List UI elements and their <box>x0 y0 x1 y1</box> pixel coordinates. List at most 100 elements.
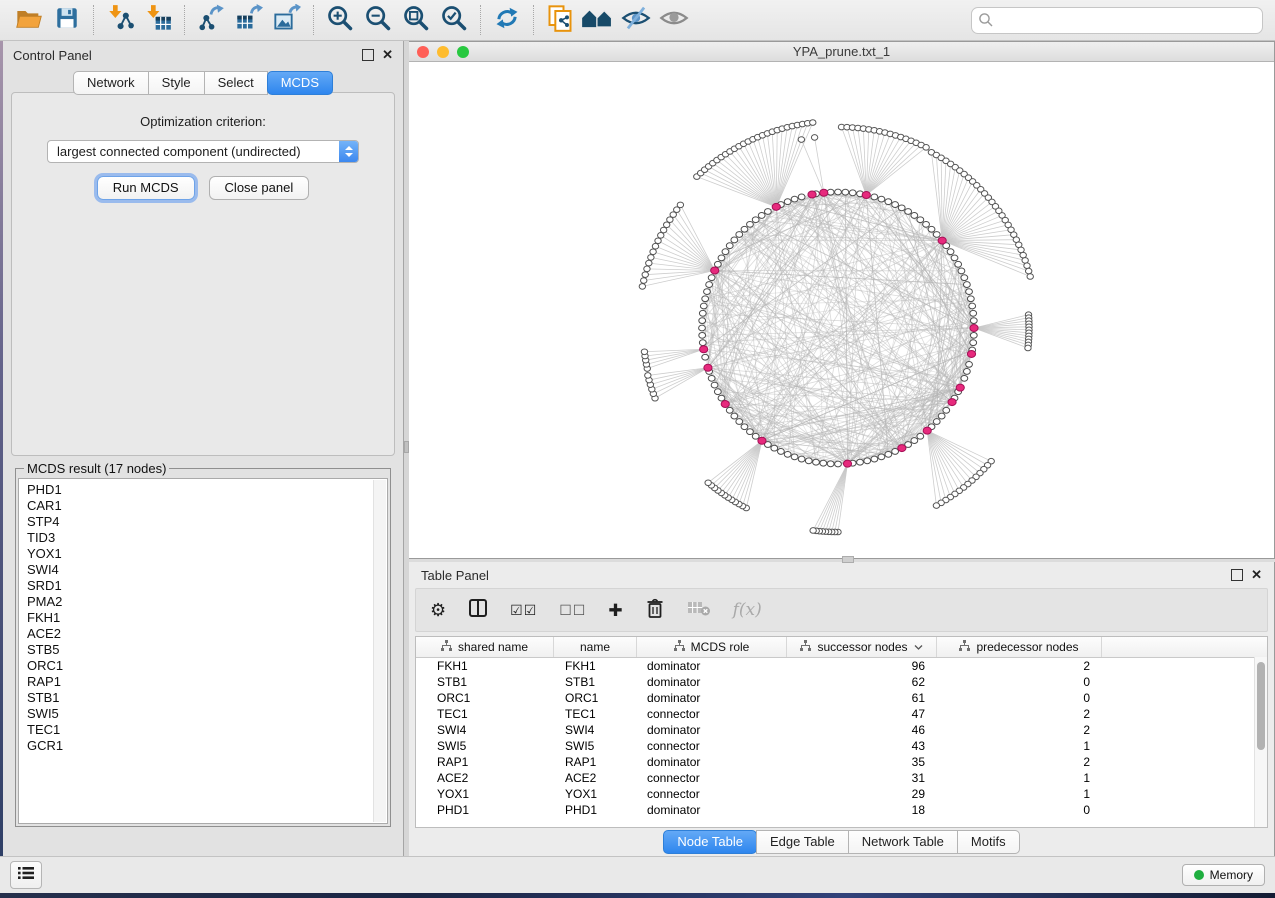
network-node[interactable] <box>967 296 974 302</box>
leaf-node[interactable] <box>810 120 816 126</box>
network-node[interactable] <box>714 389 721 395</box>
network-node[interactable] <box>699 332 706 338</box>
tab-motifs[interactable]: Motifs <box>957 830 1020 854</box>
network-node[interactable] <box>726 243 733 249</box>
apply-layout-button[interactable] <box>490 4 524 36</box>
network-node[interactable] <box>722 249 729 255</box>
network-node[interactable] <box>758 213 765 219</box>
network-node[interactable] <box>771 445 778 451</box>
table-row[interactable]: ORC1ORC1dominator610 <box>416 690 1267 706</box>
leaf-node[interactable] <box>933 503 939 509</box>
scrollbar-thumb[interactable] <box>1257 662 1265 750</box>
mcds-result-item[interactable]: PMA2 <box>27 594 373 610</box>
network-node[interactable] <box>857 459 864 465</box>
network-node[interactable] <box>970 332 977 338</box>
column-header-shared-name[interactable]: shared name <box>416 637 554 657</box>
leaf-node[interactable] <box>1022 258 1028 264</box>
network-node[interactable] <box>805 458 812 464</box>
network-node[interactable] <box>970 318 977 324</box>
network-node[interactable] <box>752 433 759 439</box>
leaf-node[interactable] <box>655 238 661 244</box>
tab-network[interactable]: Network <box>73 71 149 95</box>
network-node[interactable] <box>718 255 725 261</box>
network-node[interactable] <box>849 190 856 196</box>
leaf-node[interactable] <box>1025 345 1031 351</box>
export-table-button[interactable] <box>232 4 266 36</box>
network-node[interactable] <box>791 196 798 202</box>
run-mcds-button[interactable]: Run MCDS <box>97 176 195 200</box>
leaf-node[interactable] <box>1027 274 1033 280</box>
network-node[interactable] <box>923 221 930 227</box>
leaf-node[interactable] <box>645 373 651 379</box>
mcds-node[interactable] <box>772 203 780 210</box>
network-node[interactable] <box>798 456 805 462</box>
network-node[interactable] <box>700 303 707 309</box>
leaf-node[interactable] <box>705 480 711 486</box>
clear-selection-button[interactable]: ☐☐ <box>559 603 586 617</box>
network-node[interactable] <box>764 209 771 215</box>
network-node[interactable] <box>911 213 918 219</box>
minimize-window-icon[interactable] <box>437 46 449 58</box>
network-node[interactable] <box>917 433 924 439</box>
mcds-node[interactable] <box>711 267 719 274</box>
mcds-result-item[interactable]: TEC1 <box>27 722 373 738</box>
show-all-button[interactable] <box>657 4 691 36</box>
network-node[interactable] <box>736 419 743 425</box>
mcds-result-list[interactable]: PHD1CAR1STP4TID3YOX1SWI4SRD1PMA2FKH1ACE2… <box>18 478 388 824</box>
leaf-node[interactable] <box>652 243 658 249</box>
first-neighbors-button[interactable] <box>581 4 615 36</box>
zoom-in-button[interactable] <box>323 4 357 36</box>
mcds-node[interactable] <box>808 191 816 198</box>
network-node[interactable] <box>798 194 805 200</box>
table-row[interactable]: STB1STB1dominator620 <box>416 674 1267 690</box>
table-row[interactable]: SWI5SWI5connector431 <box>416 738 1267 754</box>
maximize-window-icon[interactable] <box>457 46 469 58</box>
table-row[interactable]: TEC1TEC1connector472 <box>416 706 1267 722</box>
clone-network-button[interactable] <box>543 4 577 36</box>
network-node[interactable] <box>969 303 976 309</box>
save-session-button[interactable] <box>50 4 84 36</box>
task-history-button[interactable] <box>10 861 42 889</box>
mcds-node[interactable] <box>923 427 931 434</box>
network-node[interactable] <box>699 325 706 331</box>
network-node[interactable] <box>702 296 709 302</box>
criterion-dropdown[interactable]: largest connected component (undirected) <box>47 140 359 163</box>
tab-node-table[interactable]: Node Table <box>663 830 757 854</box>
mcds-result-item[interactable]: RAP1 <box>27 674 373 690</box>
mcds-node[interactable] <box>700 346 708 353</box>
show-columns-button[interactable] <box>468 598 488 623</box>
network-node[interactable] <box>736 232 743 238</box>
import-table-button[interactable] <box>141 4 175 36</box>
mcds-result-item[interactable]: STB1 <box>27 690 373 706</box>
zoom-out-button[interactable] <box>361 4 395 36</box>
network-node[interactable] <box>958 268 965 274</box>
network-node[interactable] <box>711 382 718 388</box>
network-node[interactable] <box>718 395 725 401</box>
network-node[interactable] <box>835 189 842 195</box>
network-node[interactable] <box>961 375 968 381</box>
network-node[interactable] <box>963 282 970 288</box>
network-node[interactable] <box>777 449 784 455</box>
network-canvas[interactable] <box>409 62 1274 558</box>
network-node[interactable] <box>699 310 706 316</box>
network-node[interactable] <box>966 289 973 295</box>
table-row[interactable]: PHD1PHD1dominator180 <box>416 802 1267 818</box>
network-node[interactable] <box>704 289 711 295</box>
network-node[interactable] <box>835 461 842 467</box>
delete-column-button[interactable] <box>645 597 665 624</box>
mcds-result-item[interactable]: SRD1 <box>27 578 373 594</box>
network-node[interactable] <box>966 361 973 367</box>
splitter-grip[interactable] <box>842 556 854 563</box>
import-network-button[interactable] <box>103 4 137 36</box>
search-input[interactable] <box>971 7 1263 34</box>
mcds-result-item[interactable]: STB5 <box>27 642 373 658</box>
mcds-node[interactable] <box>967 350 975 357</box>
column-header-MCDS-role[interactable]: MCDS role <box>637 637 787 657</box>
network-node[interactable] <box>784 199 791 205</box>
column-header-name[interactable]: name <box>554 637 637 657</box>
network-node[interactable] <box>892 202 899 208</box>
leaf-node[interactable] <box>642 272 648 278</box>
mcds-result-item[interactable]: GCR1 <box>27 738 373 754</box>
network-node[interactable] <box>955 261 962 267</box>
network-node[interactable] <box>885 451 892 457</box>
